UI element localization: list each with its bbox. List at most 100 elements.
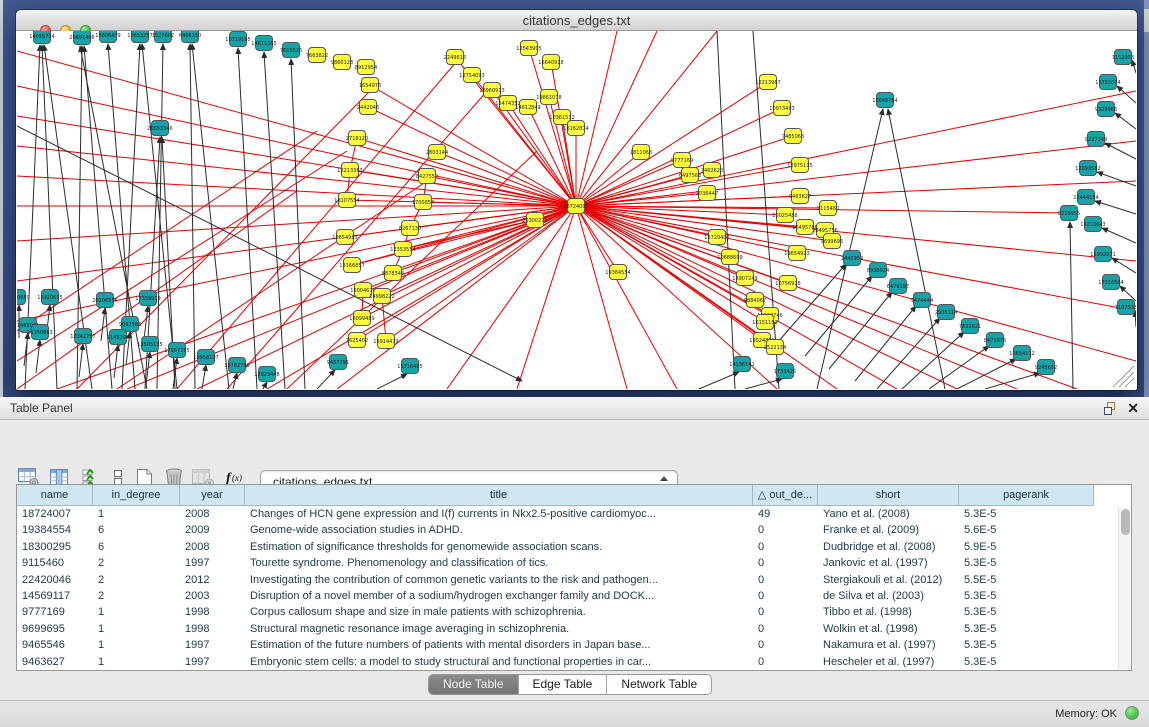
table-cell[interactable]: Corpus callosum shape and size in male p… (245, 604, 753, 620)
graph-node[interactable]: 7485063 (782, 129, 804, 144)
graph-node[interactable]: 13166857 (339, 258, 364, 273)
graph-node[interactable]: 16640918 (538, 55, 563, 70)
table-cell[interactable]: Stergiakouli et al. (2012) (818, 572, 959, 588)
graph-node[interactable]: 15806479 (95, 31, 120, 43)
table-row[interactable]: 911546021997Tourette syndrome. Phenomeno… (17, 555, 1131, 571)
table-row[interactable]: 1938455462009Genome-wide association stu… (17, 522, 1131, 538)
graph-node[interactable]: 7462620 (701, 163, 723, 178)
table-cell[interactable]: Jankovic et al. (1997) (818, 555, 959, 571)
scrollbar-thumb[interactable] (1121, 509, 1130, 535)
graph-node[interactable]: 18107554 (334, 193, 359, 208)
graph-node[interactable]: 9457791 (327, 355, 349, 370)
graph-node[interactable]: 10958107 (193, 350, 218, 365)
table-cell[interactable]: 1 (93, 637, 180, 653)
graph-node[interactable]: 14055724 (29, 31, 54, 44)
graph-node[interactable]: 10653257 (127, 31, 152, 43)
window-resize-grip[interactable] (1113, 366, 1134, 387)
graph-node[interactable]: 15992971 (1090, 247, 1115, 262)
table-cell[interactable]: Hescheler et al. (1997) (818, 654, 959, 670)
graph-node[interactable]: 8938924 (867, 263, 889, 278)
graph-node[interactable]: 8471676 (984, 333, 1006, 348)
column-header-name[interactable]: name (17, 485, 93, 506)
graph-node[interactable]: 1107533 (1115, 300, 1136, 315)
table-cell[interactable]: 1 (93, 506, 180, 522)
table-cell[interactable]: Franke et al. (2009) (818, 522, 959, 538)
graph-node[interactable]: 9245652 (1035, 360, 1057, 375)
graph-node[interactable]: 16099489 (349, 311, 374, 326)
table-cell[interactable]: Changes of HCN gene expression and I(f) … (245, 506, 753, 522)
graph-node[interactable]: 9474444 (911, 293, 933, 308)
table-cell[interactable]: Genome-wide association studies in ADHD. (245, 522, 753, 538)
graph-node[interactable]: 8215955 (1058, 206, 1080, 221)
graph-node[interactable]: 7625402 (346, 333, 368, 348)
table-cell[interactable]: 5.3E-5 (959, 555, 1094, 571)
graph-node[interactable]: 16914479 (373, 334, 398, 349)
graph-node[interactable]: 2036447 (696, 186, 718, 201)
table-cell[interactable]: Dudbridge et al. (2008) (818, 539, 959, 555)
table-cell[interactable]: 1 (93, 654, 180, 670)
graph-node[interactable]: 12444154 (1073, 190, 1098, 205)
tab-network-table[interactable]: Network Table (607, 675, 711, 694)
graph-node[interactable]: 8267130 (399, 221, 421, 236)
graph-node[interactable]: 6479197 (887, 279, 909, 294)
close-panel-icon[interactable]: ✕ (1127, 400, 1139, 416)
table-cell[interactable]: de Silva et al. (2003) (818, 588, 959, 604)
graph-node[interactable]: 1145194 (107, 330, 129, 345)
table-cell[interactable]: 9115460 (17, 555, 93, 571)
table-cell[interactable]: Embryonic stem cells: a model to study s… (245, 654, 753, 670)
table-cell[interactable]: 0 (753, 621, 818, 637)
graph-node[interactable]: 7663822 (306, 48, 328, 63)
graph-node[interactable]: 9860128 (331, 55, 353, 70)
float-panel-icon[interactable] (1104, 402, 1117, 415)
graph-node[interactable]: 9227349 (1085, 132, 1107, 147)
table-cell[interactable]: 0 (753, 588, 818, 604)
table-cell[interactable]: 1 (93, 621, 180, 637)
table-cell[interactable]: 9463627 (17, 654, 93, 670)
graph-node[interactable]: 2803144 (426, 145, 448, 160)
graph-node[interactable]: 15920655 (37, 290, 62, 305)
table-scrollbar[interactable] (1118, 507, 1130, 669)
table-cell[interactable]: Nakamura et al. (1997) (818, 637, 959, 653)
column-header-short[interactable]: short (818, 485, 959, 506)
graph-node[interactable]: 10973493 (769, 101, 794, 116)
graph-node[interactable]: 9777169 (671, 153, 693, 168)
table-cell[interactable]: 0 (753, 555, 818, 571)
graph-node[interactable]: 1440954 (841, 251, 863, 266)
graph-node[interactable]: 2718120 (346, 131, 368, 146)
table-cell[interactable]: 49 (753, 506, 818, 522)
graph-node[interactable]: 9115460 (817, 201, 839, 216)
table-cell[interactable]: 5.3E-5 (959, 604, 1094, 620)
table-cell[interactable]: 1998 (180, 604, 245, 620)
graph-node[interactable]: 10719195 (225, 32, 250, 47)
table-cell[interactable]: 5.3E-5 (959, 654, 1094, 670)
table-cell[interactable]: 0 (753, 572, 818, 588)
column-header-pagerank[interactable]: pagerank (959, 485, 1094, 506)
table-cell[interactable]: 2003 (180, 588, 245, 604)
window-titlebar[interactable]: citations_edges.txt (16, 10, 1137, 31)
table-cell[interactable]: 2008 (180, 539, 245, 555)
graph-node[interactable]: 17016504 (1098, 275, 1123, 290)
table-row[interactable]: 969969511998Structural magnetic resonanc… (17, 621, 1131, 637)
graph-node[interactable]: 8427552 (416, 169, 438, 184)
table-cell[interactable]: Investigating the contribution of common… (245, 572, 753, 588)
graph-node[interactable]: 25260650 (17, 290, 30, 305)
column-header-in_degree[interactable]: in_degree (93, 485, 180, 506)
graph-node[interactable]: 15716485 (397, 359, 422, 374)
graph-node[interactable]: 8878344 (382, 266, 404, 281)
table-cell[interactable]: 2 (93, 555, 180, 571)
table-cell[interactable]: 2 (93, 572, 180, 588)
graph-node[interactable]: 1811063 (630, 145, 652, 160)
graph-node[interactable]: 10756928 (775, 276, 800, 291)
graph-node[interactable]: 2442046 (357, 100, 379, 115)
table-cell[interactable]: 0 (753, 654, 818, 670)
graph-node[interactable]: 9329966 (1095, 102, 1117, 117)
graph-node[interactable]: 10654112 (1009, 346, 1034, 361)
table-cell[interactable]: Disruption of a novel member of a sodium… (245, 588, 753, 604)
table-cell[interactable]: Estimation of significance thresholds fo… (245, 539, 753, 555)
graph-node[interactable]: 8912954 (355, 60, 377, 75)
table-cell[interactable]: 14569117 (17, 588, 93, 604)
table-cell[interactable]: 2009 (180, 522, 245, 538)
graph-node[interactable]: 12923448 (254, 367, 279, 382)
graph-node[interactable]: 9884067 (744, 293, 766, 308)
graph-node[interactable]: 1654976 (359, 78, 381, 93)
